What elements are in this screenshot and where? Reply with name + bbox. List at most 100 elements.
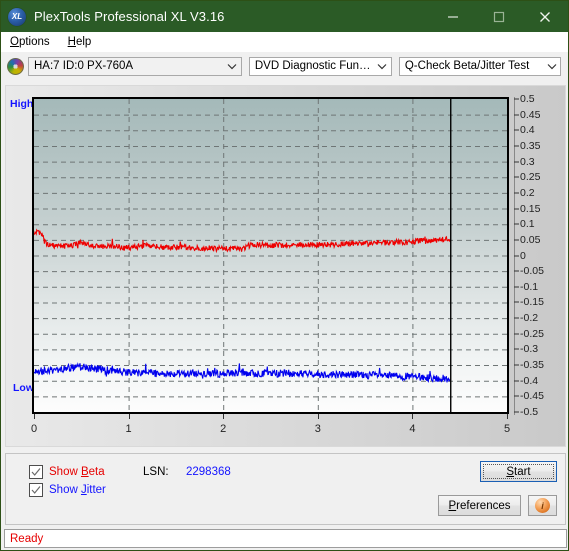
- y-tick-mark: [514, 364, 519, 366]
- y-tick-mark: [514, 348, 519, 350]
- x-axis: 0 1 2 3 4 5: [30, 414, 511, 442]
- y-tick-mark: [514, 98, 519, 100]
- x-tick-mark: [507, 414, 508, 419]
- checkbox-box: [29, 465, 43, 479]
- x-tick-label: 0: [30, 423, 38, 435]
- x-tick-label: 5: [503, 423, 511, 435]
- controls-panel: Show Beta Show Jitter LSN: 2298368 Start…: [5, 453, 566, 525]
- function-select-value: DVD Diagnostic Functions: [254, 60, 374, 72]
- y-tick-mark: [514, 380, 519, 382]
- y-tick-mark: [514, 145, 519, 147]
- y-tick-mark: [514, 395, 519, 397]
- y-tick-mark: [514, 333, 519, 335]
- y-tick-label: -0.15: [520, 296, 544, 309]
- toolbar: HA:7 ID:0 PX-760A DVD Diagnostic Functio…: [1, 52, 568, 80]
- chevron-down-icon: [374, 58, 391, 75]
- drive-select[interactable]: HA:7 ID:0 PX-760A: [28, 56, 242, 76]
- window-controls: [430, 1, 568, 32]
- y-tick-mark: [514, 270, 519, 272]
- y-tick-label: 0.05: [520, 233, 541, 246]
- lsn-label: LSN:: [143, 466, 169, 478]
- x-tick-label: 3: [314, 423, 321, 435]
- y-tick-label: 0.4: [520, 124, 535, 137]
- chart-panel: High Low 0.5 0.45 0.4 0.35 0.3 0.25 0.2 0.15 0.1…: [5, 85, 566, 447]
- y-tick-label: 0: [520, 249, 526, 262]
- y-tick-mark: [514, 411, 519, 413]
- y-tick-label: 0.15: [520, 202, 541, 215]
- y-tick-label: 0.25: [520, 171, 541, 184]
- status-bar: Ready: [4, 529, 567, 548]
- chevron-down-icon: [224, 58, 241, 75]
- start-button-label: Start: [483, 464, 554, 479]
- show-beta-checkbox[interactable]: Show Beta: [29, 465, 105, 479]
- x-tick-mark: [223, 414, 225, 419]
- y-tick-mark: [514, 161, 519, 163]
- show-jitter-label: Show Jitter: [49, 484, 106, 496]
- y-tick-mark: [514, 239, 519, 241]
- axis-label-high: High: [10, 98, 34, 110]
- info-icon: i: [535, 498, 550, 513]
- info-button[interactable]: i: [528, 495, 557, 516]
- test-select[interactable]: Q-Check Beta/Jitter Test: [398, 56, 561, 76]
- maximize-icon[interactable]: [476, 1, 522, 32]
- function-select[interactable]: DVD Diagnostic Functions: [248, 56, 392, 76]
- y-tick-label: -0.4: [520, 374, 539, 387]
- y-tick-mark: [514, 114, 519, 116]
- y-tick-mark: [514, 317, 519, 319]
- y-tick-mark: [514, 176, 519, 178]
- minimize-icon[interactable]: [430, 1, 476, 32]
- x-tick-mark: [412, 414, 414, 419]
- start-button[interactable]: Start: [480, 461, 557, 482]
- y-tick-label: 0.2: [520, 186, 535, 199]
- y-tick-label: 0.45: [520, 108, 541, 121]
- x-tick-mark: [317, 414, 319, 419]
- y-tick-label: -0.1: [520, 280, 539, 293]
- y-tick-label: 0.1: [520, 218, 535, 231]
- y-tick-label: -0.45: [520, 390, 544, 403]
- menu-item-options[interactable]: Options: [1, 34, 59, 50]
- close-icon[interactable]: [522, 1, 568, 32]
- x-tick-label: 4: [409, 423, 416, 435]
- y-axis: 0.5 0.45 0.4 0.35 0.3 0.25 0.2 0.15 0.1 0.05 0 -0.0…: [514, 86, 566, 426]
- x-tick-mark: [34, 414, 35, 419]
- show-beta-label: Show Beta: [49, 466, 105, 478]
- y-tick-mark: [514, 223, 519, 225]
- show-jitter-checkbox[interactable]: Show Jitter: [29, 483, 106, 497]
- menu-item-options-label: ptions: [18, 36, 50, 48]
- logo-text: XL: [11, 12, 23, 21]
- preferences-button-label: Preferences: [448, 499, 511, 512]
- drive-select-value: HA:7 ID:0 PX-760A: [34, 60, 134, 72]
- window-title: PlexTools Professional XL V3.16: [34, 9, 225, 24]
- chart-traces: [34, 99, 452, 412]
- menu-item-help[interactable]: Help: [59, 34, 101, 50]
- y-tick-label: -0.2: [520, 312, 539, 325]
- trace-jitter: [34, 362, 451, 384]
- x-tick-label: 2: [220, 423, 227, 435]
- menu-bar: Options Help: [1, 32, 568, 53]
- preferences-button[interactable]: Preferences: [438, 495, 521, 516]
- info-glyph: i: [541, 500, 544, 511]
- status-text: Ready: [10, 532, 44, 545]
- optical-disc-icon: [7, 57, 24, 75]
- title-bar: XL PlexTools Professional XL V3.16: [1, 1, 568, 32]
- y-tick-label: -0.25: [520, 327, 544, 340]
- axis-label-low: Low: [13, 382, 34, 394]
- xl-logo-icon: XL: [8, 7, 26, 26]
- y-tick-label: -0.3: [520, 343, 539, 356]
- y-tick-mark: [514, 286, 519, 288]
- checkbox-box: [29, 483, 43, 497]
- chevron-down-icon: [543, 58, 560, 75]
- y-tick-label: 0.5: [520, 93, 535, 105]
- application-window: XL PlexTools Professional XL V3.16 Optio…: [0, 0, 569, 551]
- x-tick-mark: [128, 414, 130, 419]
- trace-beta: [34, 228, 451, 254]
- y-tick-label: -0.5: [520, 406, 539, 418]
- lsn-value: 2298368: [186, 466, 231, 478]
- y-tick-mark: [514, 129, 519, 131]
- y-tick-mark: [514, 192, 519, 194]
- menu-item-help-label: elp: [75, 36, 92, 48]
- plot-area[interactable]: [32, 97, 509, 414]
- y-tick-label: -0.35: [520, 359, 544, 372]
- y-tick-label: -0.05: [520, 265, 544, 278]
- y-tick-mark: [514, 208, 519, 210]
